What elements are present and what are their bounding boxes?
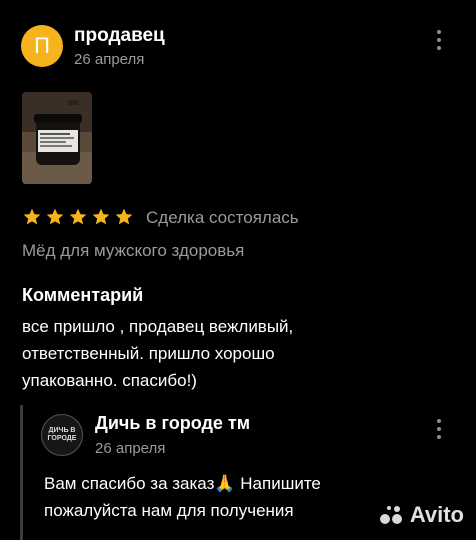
comment-text: все пришло , продавец вежливый, ответств… — [22, 317, 294, 390]
deal-status: Сделка состоялась — [146, 208, 299, 227]
reviewer-avatar[interactable]: П — [21, 25, 63, 67]
review-more-options-icon[interactable] — [436, 30, 442, 50]
review-date: 26 апреля — [74, 51, 145, 68]
star-icon — [115, 208, 133, 225]
comment-heading: Комментарий — [22, 285, 144, 305]
reply-text: Вам спасибо за заказ🙏 Напишите пожалуйст… — [44, 474, 321, 520]
avito-logo-icon — [379, 506, 402, 524]
seller-avatar[interactable]: ДИЧЬ В ГОРОДЕ — [41, 414, 83, 456]
product-title: Мёд для мужского здоровья — [22, 241, 245, 260]
reply-thread-line — [20, 405, 23, 540]
star-icon — [69, 208, 87, 225]
review-photo[interactable] — [22, 92, 92, 184]
reply-more-options-icon[interactable] — [436, 419, 442, 439]
reviewer-avatar-letter: П — [34, 33, 50, 58]
rating-stars — [22, 207, 134, 227]
avito-watermark: Avito — [379, 502, 464, 528]
star-icon — [92, 208, 110, 225]
star-icon — [23, 208, 41, 225]
watermark-text: Avito — [409, 502, 464, 527]
star-icon — [46, 208, 64, 225]
seller-name[interactable]: Дичь в городе тм — [95, 413, 250, 434]
seller-avatar-text: ДИЧЬ В ГОРОДЕ — [47, 427, 77, 442]
reviewer-name[interactable]: продавец — [74, 25, 165, 47]
reply-date: 26 апреля — [95, 440, 166, 457]
